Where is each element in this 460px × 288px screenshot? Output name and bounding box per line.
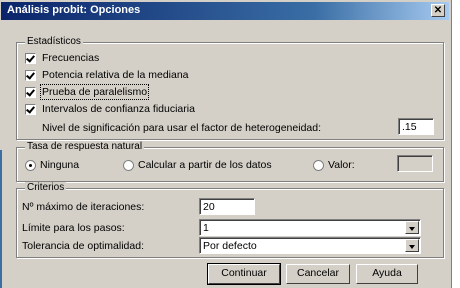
- step-limit-label: Límite para los pasos:: [22, 222, 125, 234]
- checkbox-fiducial-intervals[interactable]: Intervalos de confianza fiduciaria: [25, 103, 195, 115]
- statistics-group: Estadísticos Frecuencias Potencia relati…: [16, 36, 444, 140]
- radio-unselected-icon[interactable]: [313, 159, 324, 171]
- step-limit-select[interactable]: 1: [199, 219, 421, 236]
- radio-none[interactable]: Ninguna: [25, 159, 79, 171]
- close-icon: ✕: [433, 5, 443, 16]
- natural-response-legend: Tasa de respuesta natural: [25, 141, 145, 152]
- radio-label: Calcular a partir de los datos: [138, 159, 272, 172]
- tolerance-label: Tolerancia de optimalidad:: [22, 240, 144, 252]
- tolerance-value: Por defecto: [203, 240, 257, 252]
- step-limit-value: 1: [203, 222, 209, 234]
- heterogeneity-input[interactable]: .15: [398, 118, 434, 135]
- chevron-down-icon[interactable]: [405, 221, 419, 234]
- checkbox-check-icon[interactable]: [25, 103, 36, 115]
- title-bar[interactable]: Análisis probit: Opciones ✕: [1, 2, 449, 20]
- checkbox-frequencies[interactable]: Frecuencias: [25, 52, 99, 64]
- checkbox-label: Frecuencias: [42, 52, 100, 65]
- radio-unselected-icon[interactable]: [123, 159, 134, 171]
- continue-button[interactable]: Continuar: [207, 263, 281, 285]
- checkbox-label: Prueba de paralelismo: [39, 84, 150, 101]
- chevron-down-icon[interactable]: [405, 239, 419, 252]
- max-iterations-input[interactable]: 20: [199, 198, 255, 215]
- checkbox-check-icon[interactable]: [25, 86, 36, 98]
- window-title: Análisis probit: Opciones: [7, 4, 141, 16]
- radio-label: Ninguna: [40, 159, 80, 172]
- criteria-group: Criterios Nº máximo de iteraciones: 20 L…: [16, 182, 444, 258]
- checkbox-label: Potencia relativa de la mediana: [42, 69, 189, 82]
- natural-response-group: Tasa de respuesta natural Ninguna Calcul…: [16, 141, 444, 182]
- heterogeneity-label: Nivel de significación para usar el fact…: [42, 122, 322, 134]
- natural-response-value-input[interactable]: [397, 155, 433, 172]
- tolerance-select[interactable]: Por defecto: [199, 237, 421, 254]
- radio-calculate-from-data[interactable]: Calcular a partir de los datos: [123, 159, 272, 171]
- checkbox-check-icon[interactable]: [25, 52, 36, 64]
- radio-value[interactable]: Valor:: [313, 159, 355, 171]
- window-edge-accent: [0, 150, 2, 288]
- help-button[interactable]: Ayuda: [356, 264, 418, 284]
- criteria-legend: Criterios: [25, 182, 67, 193]
- dialog-window: Análisis probit: Opciones ✕ Estadísticos…: [0, 0, 452, 288]
- checkbox-parallelism-test[interactable]: Prueba de paralelismo: [25, 84, 150, 101]
- checkbox-label: Intervalos de confianza fiduciaria: [42, 103, 195, 116]
- checkbox-check-icon[interactable]: [25, 69, 36, 81]
- close-button[interactable]: ✕: [431, 4, 445, 17]
- background-strip: [452, 0, 460, 288]
- checkbox-median-potency[interactable]: Potencia relativa de la mediana: [25, 69, 189, 81]
- radio-selected-icon[interactable]: [25, 159, 36, 171]
- statistics-legend: Estadísticos: [25, 36, 83, 47]
- radio-label: Valor:: [328, 159, 355, 172]
- max-iterations-label: Nº máximo de iteraciones:: [22, 201, 145, 213]
- cancel-button[interactable]: Cancelar: [286, 264, 350, 284]
